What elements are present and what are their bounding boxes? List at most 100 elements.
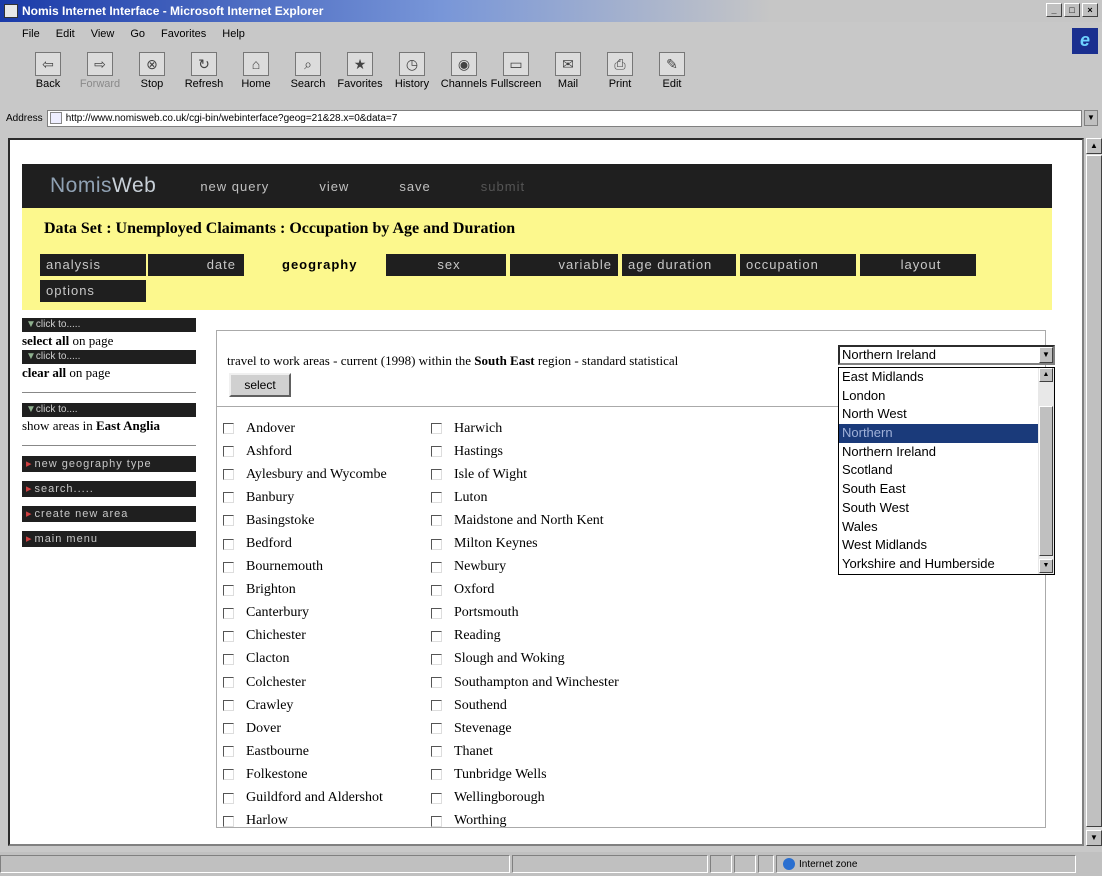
menu-edit[interactable]: Edit [56, 28, 75, 40]
print-button[interactable]: ⎙ Print [594, 52, 646, 90]
close-button[interactable]: × [1082, 3, 1098, 17]
dropdown-option[interactable]: Yorkshire and Humberside [839, 555, 1038, 574]
area-checkbox[interactable] [431, 492, 442, 504]
area-checkbox[interactable] [431, 700, 442, 712]
nav-save[interactable]: save [399, 179, 430, 194]
maximize-button[interactable]: □ [1064, 3, 1080, 17]
search-button[interactable]: ⌕ Search [282, 52, 334, 90]
minimize-button[interactable]: _ [1046, 3, 1062, 17]
menu-file[interactable]: File [22, 28, 40, 40]
history-button[interactable]: ◷ History [386, 52, 438, 90]
area-checkbox[interactable] [431, 769, 442, 781]
area-checkbox[interactable] [223, 584, 234, 596]
scroll-up-icon[interactable]: ▲ [1086, 138, 1102, 154]
area-checkbox[interactable] [223, 723, 234, 735]
mail-button[interactable]: ✉ Mail [542, 52, 594, 90]
tab-layout[interactable]: layout [860, 254, 976, 276]
tab-occupation[interactable]: occupation [740, 254, 856, 276]
tab-options[interactable]: options [40, 280, 146, 302]
area-checkbox[interactable] [223, 561, 234, 573]
channels-button[interactable]: ◉ Channels [438, 52, 490, 90]
area-checkbox[interactable] [223, 469, 234, 481]
tab-sex[interactable]: sex [386, 254, 506, 276]
dropdown-option[interactable]: Wales [839, 518, 1038, 537]
refresh-button[interactable]: ↻ Refresh [178, 52, 230, 90]
clear-all-link[interactable]: clear all on page [22, 364, 218, 382]
nav-new-query[interactable]: new query [200, 179, 269, 194]
dropdown-option[interactable]: Northern [839, 424, 1038, 443]
area-checkbox[interactable] [223, 769, 234, 781]
dropdown-option[interactable]: Northern Ireland [839, 443, 1038, 462]
area-checkbox[interactable] [223, 700, 234, 712]
address-field[interactable]: http://www.nomisweb.co.uk/cgi-bin/webint… [46, 109, 1082, 127]
main-menu-button[interactable]: ▸ main menu [22, 531, 196, 547]
dropdown-option[interactable]: South East [839, 480, 1038, 499]
area-checkbox[interactable] [431, 792, 442, 804]
home-button[interactable]: ⌂ Home [230, 52, 282, 90]
forward-button[interactable]: ⇨ Forward [74, 52, 126, 90]
chevron-down-icon[interactable]: ▼ [1039, 347, 1053, 363]
new-geography-type-button[interactable]: ▸ new geography type [22, 456, 196, 472]
area-checkbox[interactable] [223, 446, 234, 458]
dropdown-option[interactable]: East Midlands [839, 368, 1038, 387]
dropdown-option[interactable]: West Midlands [839, 536, 1038, 555]
scroll-thumb[interactable] [1086, 155, 1102, 827]
scroll-up-icon[interactable]: ▲ [1039, 368, 1053, 382]
tab-variable[interactable]: variable [510, 254, 618, 276]
menu-go[interactable]: Go [130, 28, 145, 40]
area-checkbox[interactable] [223, 792, 234, 804]
area-checkbox[interactable] [223, 653, 234, 665]
area-checkbox[interactable] [431, 469, 442, 481]
area-checkbox[interactable] [431, 607, 442, 619]
fullscreen-button[interactable]: ▭ Fullscreen [490, 52, 542, 90]
area-checkbox[interactable] [431, 746, 442, 758]
scroll-down-icon[interactable]: ▼ [1086, 830, 1102, 846]
dropdown-option[interactable]: South West [839, 499, 1038, 518]
tab-date[interactable]: date [148, 254, 244, 276]
address-dropdown-arrow-icon[interactable]: ▼ [1084, 110, 1098, 126]
tab-age-duration[interactable]: age duration [622, 254, 736, 276]
area-checkbox[interactable] [223, 492, 234, 504]
area-checkbox[interactable] [431, 423, 442, 435]
area-checkbox[interactable] [431, 515, 442, 527]
scroll-thumb[interactable] [1039, 406, 1053, 556]
select-button[interactable]: select [229, 373, 291, 397]
area-checkbox[interactable] [223, 515, 234, 527]
area-checkbox[interactable] [431, 630, 442, 642]
scroll-down-icon[interactable]: ▼ [1039, 559, 1053, 573]
area-checkbox[interactable] [431, 446, 442, 458]
area-checkbox[interactable] [431, 653, 442, 665]
nav-submit[interactable]: submit [481, 179, 525, 194]
nav-view[interactable]: view [319, 179, 349, 194]
area-checkbox[interactable] [431, 677, 442, 689]
select-all-link[interactable]: select all on page [22, 332, 218, 350]
area-checkbox[interactable] [431, 538, 442, 550]
stop-button[interactable]: ⊗ Stop [126, 52, 178, 90]
area-checkbox[interactable] [431, 723, 442, 735]
area-checkbox[interactable] [223, 677, 234, 689]
menu-favorites[interactable]: Favorites [161, 28, 206, 40]
search-button[interactable]: ▸ search..... [22, 481, 196, 497]
area-checkbox[interactable] [223, 815, 234, 827]
edit-button[interactable]: ✎ Edit [646, 52, 698, 90]
create-new-area-button[interactable]: ▸ create new area [22, 506, 196, 522]
dropdown-scrollbar[interactable]: ▲ ▼ [1038, 368, 1054, 574]
area-checkbox[interactable] [223, 538, 234, 550]
tab-analysis[interactable]: analysis [40, 254, 146, 276]
region-select[interactable]: Northern Ireland ▼ [838, 345, 1055, 365]
area-checkbox[interactable] [223, 630, 234, 642]
area-checkbox[interactable] [223, 746, 234, 758]
tab-geography[interactable]: geography [276, 254, 386, 276]
dropdown-option[interactable]: North West [839, 405, 1038, 424]
dropdown-option[interactable]: Scotland [839, 461, 1038, 480]
area-checkbox[interactable] [223, 607, 234, 619]
page-scrollbar[interactable]: ▲ ▼ [1086, 138, 1102, 846]
dropdown-option[interactable]: London [839, 387, 1038, 406]
area-checkbox[interactable] [223, 423, 234, 435]
area-checkbox[interactable] [431, 584, 442, 596]
favorites-button[interactable]: ★ Favorites [334, 52, 386, 90]
menu-help[interactable]: Help [222, 28, 245, 40]
menu-view[interactable]: View [91, 28, 115, 40]
area-checkbox[interactable] [431, 561, 442, 573]
back-button[interactable]: ⇦ Back [22, 52, 74, 90]
